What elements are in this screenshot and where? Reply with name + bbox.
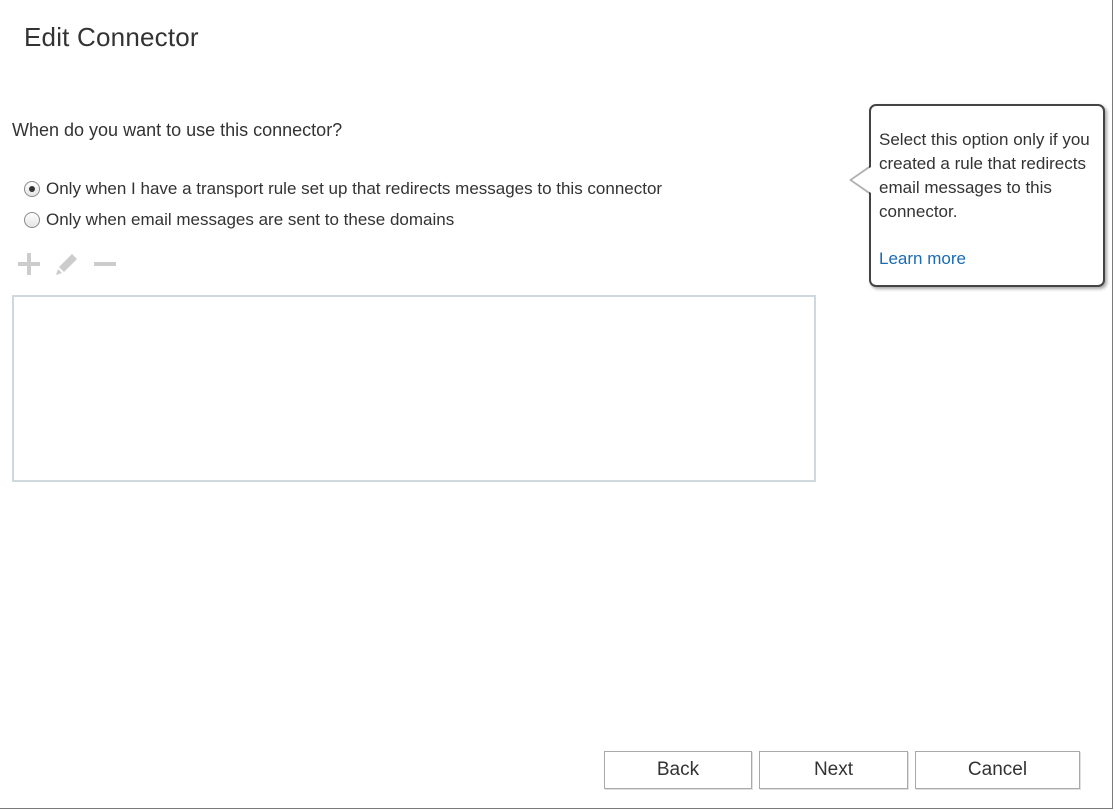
callout-text: Select this option only if you created a… — [879, 130, 1090, 221]
radio-button-unselected[interactable] — [24, 212, 40, 228]
callout-pointer-fill — [852, 167, 871, 193]
back-button[interactable]: Back — [604, 751, 752, 789]
remove-domain-button[interactable] — [90, 250, 120, 278]
pencil-icon — [56, 254, 77, 275]
radio-dot — [29, 186, 35, 192]
option-domains-label: Only when email messages are sent to the… — [46, 210, 455, 229]
option-domains[interactable]: Only when email messages are sent to the… — [24, 210, 454, 230]
add-domain-button[interactable] — [14, 250, 44, 278]
option-transport-rule[interactable]: Only when I have a transport rule set up… — [24, 179, 662, 199]
learn-more-link[interactable]: Learn more — [879, 249, 966, 269]
minus-icon — [94, 262, 116, 266]
radio-button-selected[interactable] — [24, 181, 40, 197]
question-label: When do you want to use this connector? — [12, 120, 343, 140]
edit-domain-button[interactable] — [52, 250, 82, 278]
domains-list[interactable] — [12, 295, 816, 482]
dialog-title: Edit Connector — [24, 22, 199, 52]
plus-icon — [18, 253, 40, 275]
cancel-button[interactable]: Cancel — [915, 751, 1080, 789]
next-button[interactable]: Next — [759, 751, 908, 789]
help-callout: Select this option only if you created a… — [849, 104, 1105, 287]
option-transport-rule-label: Only when I have a transport rule set up… — [46, 179, 663, 198]
domains-toolbar — [14, 250, 128, 278]
